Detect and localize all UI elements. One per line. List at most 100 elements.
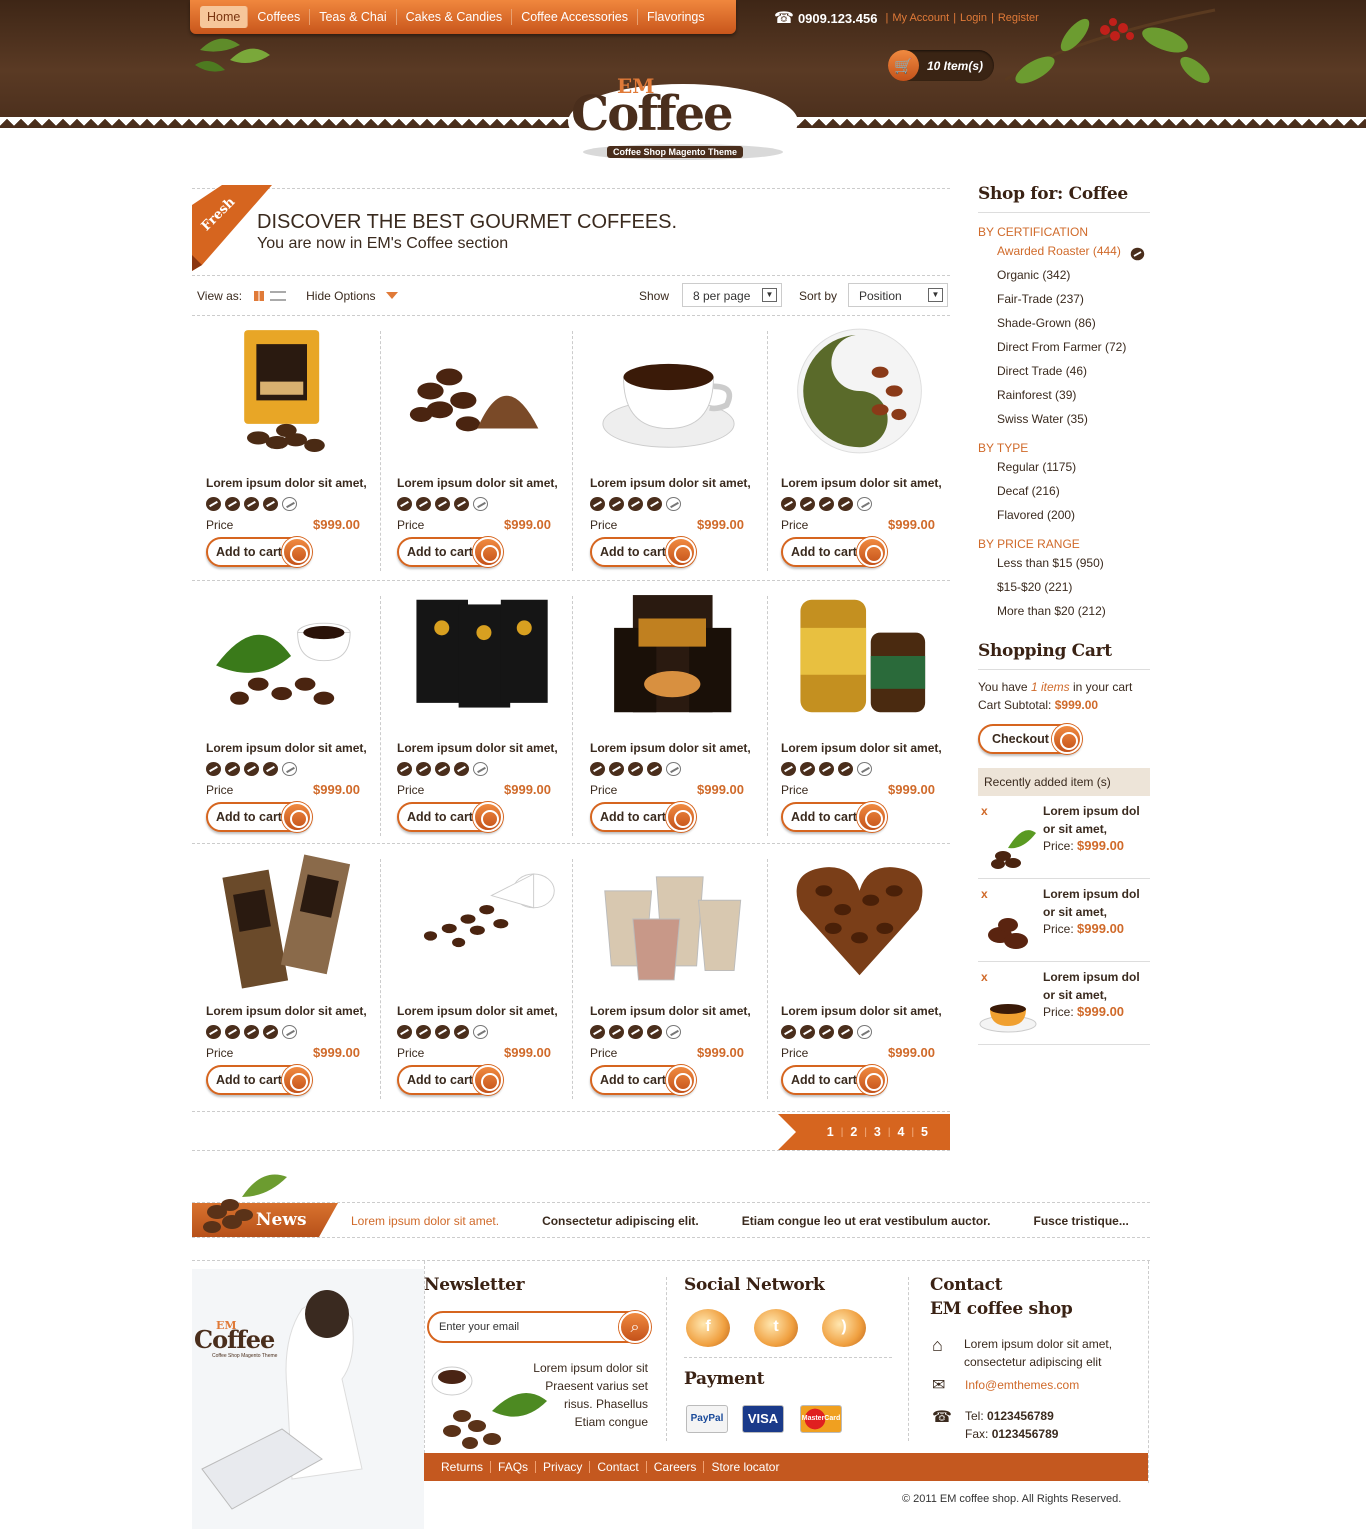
product-name[interactable]: Lorem ipsum dolor sit amet, bbox=[590, 1004, 751, 1018]
filter-option[interactable]: More than $20 (212) bbox=[997, 599, 1150, 623]
footer-link-careers[interactable]: Careers bbox=[647, 1461, 705, 1473]
add-to-cart-button[interactable]: Add to cart bbox=[590, 1065, 696, 1095]
product-image[interactable] bbox=[393, 586, 558, 726]
page-link[interactable]: 1 bbox=[820, 1125, 841, 1139]
register-link[interactable]: Register bbox=[998, 12, 1039, 24]
product-image[interactable] bbox=[777, 586, 942, 726]
remove-item-icon[interactable]: x bbox=[981, 804, 988, 818]
product-name[interactable]: Lorem ipsum dolor sit amet, bbox=[590, 741, 751, 755]
filter-option[interactable]: Rainforest (39) bbox=[997, 383, 1150, 407]
news-item[interactable]: Consectetur adipiscing elit. bbox=[542, 1214, 699, 1228]
product-image[interactable] bbox=[393, 321, 558, 461]
login-link[interactable]: Login bbox=[960, 12, 987, 24]
grid-view-icon[interactable] bbox=[254, 290, 265, 301]
product-name[interactable]: Lorem ipsum dolor sit amet, bbox=[590, 476, 751, 490]
nav-cakes-candies[interactable]: Cakes & Candies bbox=[397, 9, 513, 25]
filter-option[interactable]: Flavored (200) bbox=[997, 503, 1150, 527]
add-to-cart-button[interactable]: Add to cart bbox=[397, 537, 503, 567]
recent-item-name[interactable]: Lorem ipsum dol or sit amet, bbox=[1043, 968, 1148, 1004]
news-item[interactable]: Fusce tristique... bbox=[1033, 1214, 1128, 1228]
add-to-cart-button[interactable]: Add to cart bbox=[781, 1065, 887, 1095]
nav-teas-chai[interactable]: Teas & Chai bbox=[310, 9, 397, 25]
footer-link-store-locator[interactable]: Store locator bbox=[704, 1461, 786, 1473]
coffee-bean-rating-icon bbox=[206, 762, 221, 776]
add-to-cart-button[interactable]: Add to cart bbox=[781, 537, 887, 567]
footer-link-privacy[interactable]: Privacy bbox=[536, 1461, 591, 1473]
product-name[interactable]: Lorem ipsum dolor sit amet, bbox=[206, 741, 367, 755]
add-to-cart-button[interactable]: Add to cart bbox=[397, 1065, 503, 1095]
product-image[interactable] bbox=[777, 321, 942, 461]
remove-item-icon[interactable]: x bbox=[981, 970, 988, 984]
page-link[interactable]: 5 bbox=[914, 1125, 935, 1139]
header-cart[interactable]: 🛒 10 Item(s) bbox=[888, 50, 994, 81]
recent-item-name[interactable]: Lorem ipsum dol or sit amet, bbox=[1043, 802, 1148, 838]
product-name[interactable]: Lorem ipsum dolor sit amet, bbox=[781, 741, 942, 755]
footer-link-returns[interactable]: Returns bbox=[434, 1461, 492, 1473]
product-name[interactable]: Lorem ipsum dolor sit amet, bbox=[397, 476, 558, 490]
product-name[interactable]: Lorem ipsum dolor sit amet, bbox=[206, 1004, 367, 1018]
filter-option[interactable]: $15-$20 (221) bbox=[997, 575, 1150, 599]
page-link[interactable]: 2 bbox=[843, 1125, 864, 1139]
list-view-icon[interactable] bbox=[270, 290, 287, 301]
product-image[interactable] bbox=[202, 586, 367, 726]
product-image[interactable] bbox=[202, 321, 367, 461]
filter-option[interactable]: Shade-Grown (86) bbox=[997, 311, 1150, 335]
nav-flavorings[interactable]: Flavorings bbox=[638, 9, 714, 25]
nav-home[interactable]: Home bbox=[200, 6, 249, 28]
sort-by-select[interactable]: Position ▼ bbox=[848, 283, 948, 307]
filter-option[interactable]: Direct From Farmer (72) bbox=[997, 335, 1150, 359]
footer-link-faqs[interactable]: FAQs bbox=[491, 1461, 537, 1473]
product-name[interactable]: Lorem ipsum dolor sit amet, bbox=[781, 1004, 942, 1018]
logo[interactable]: EM Coffee Coffee Shop Magento Theme bbox=[565, 70, 801, 162]
filter-option[interactable]: Direct Trade (46) bbox=[997, 359, 1150, 383]
newsletter-email-input[interactable]: Enter your email ⌕ bbox=[427, 1311, 651, 1343]
product-image[interactable] bbox=[586, 586, 751, 726]
product-name[interactable]: Lorem ipsum dolor sit amet, bbox=[781, 476, 942, 490]
product-image[interactable] bbox=[393, 849, 558, 989]
filter-option[interactable]: Fair-Trade (237) bbox=[997, 287, 1150, 311]
product-image[interactable] bbox=[777, 849, 942, 989]
twitter-icon[interactable]: t bbox=[754, 1309, 798, 1347]
nav-coffee-accessories[interactable]: Coffee Accessories bbox=[512, 9, 638, 25]
filter-option[interactable]: Awarded Roaster (444) bbox=[997, 239, 1150, 263]
contact-email-link[interactable]: Info@emthemes.com bbox=[965, 1378, 1079, 1392]
facebook-icon[interactable]: f bbox=[686, 1309, 730, 1347]
my-account-link[interactable]: My Account bbox=[892, 12, 949, 24]
footer-link-contact[interactable]: Contact bbox=[590, 1461, 647, 1473]
add-to-cart-button[interactable]: Add to cart bbox=[206, 537, 312, 567]
page-link[interactable]: 4 bbox=[890, 1125, 911, 1139]
recent-item-image[interactable] bbox=[978, 901, 1038, 953]
recent-item-name[interactable]: Lorem ipsum dol or sit amet, bbox=[1043, 885, 1148, 921]
page-link[interactable]: 3 bbox=[867, 1125, 888, 1139]
add-to-cart-button[interactable]: Add to cart bbox=[590, 802, 696, 832]
per-page-select[interactable]: 8 per page ▼ bbox=[682, 283, 782, 307]
product-name[interactable]: Lorem ipsum dolor sit amet, bbox=[206, 476, 367, 490]
add-to-cart-button[interactable]: Add to cart bbox=[397, 802, 503, 832]
recent-item-image[interactable] bbox=[978, 984, 1038, 1036]
search-icon[interactable]: ⌕ bbox=[619, 1311, 651, 1343]
filter-option[interactable]: Regular (1175) bbox=[997, 455, 1150, 479]
filter-option[interactable]: Decaf (216) bbox=[997, 479, 1150, 503]
hide-options-arrow-icon[interactable] bbox=[385, 292, 398, 299]
recent-item-image[interactable] bbox=[978, 818, 1038, 870]
remove-item-icon[interactable]: x bbox=[981, 887, 988, 901]
add-to-cart-button[interactable]: Add to cart bbox=[206, 1065, 312, 1095]
add-to-cart-button[interactable]: Add to cart bbox=[781, 802, 887, 832]
checkout-button[interactable]: Checkout bbox=[978, 724, 1082, 754]
product-name[interactable]: Lorem ipsum dolor sit amet, bbox=[397, 741, 558, 755]
nav-coffees[interactable]: Coffees bbox=[248, 9, 311, 25]
hide-options-button[interactable]: Hide Options bbox=[306, 289, 375, 303]
product-image[interactable] bbox=[586, 849, 751, 989]
rss-icon[interactable]: ) bbox=[822, 1309, 866, 1347]
product-image[interactable] bbox=[202, 849, 367, 989]
filter-option[interactable]: Less than $15 (950) bbox=[997, 551, 1150, 575]
product-image[interactable] bbox=[586, 321, 751, 461]
cart-items-link[interactable]: 1 items bbox=[1031, 680, 1070, 694]
filter-option[interactable]: Swiss Water (35) bbox=[997, 407, 1150, 431]
add-to-cart-button[interactable]: Add to cart bbox=[206, 802, 312, 832]
filter-option[interactable]: Organic (342) bbox=[997, 263, 1150, 287]
add-to-cart-button[interactable]: Add to cart bbox=[590, 537, 696, 567]
news-item[interactable]: Etiam congue leo ut erat vestibulum auct… bbox=[742, 1214, 991, 1228]
news-item[interactable]: Lorem ipsum dolor sit amet. bbox=[351, 1214, 499, 1228]
product-name[interactable]: Lorem ipsum dolor sit amet, bbox=[397, 1004, 558, 1018]
